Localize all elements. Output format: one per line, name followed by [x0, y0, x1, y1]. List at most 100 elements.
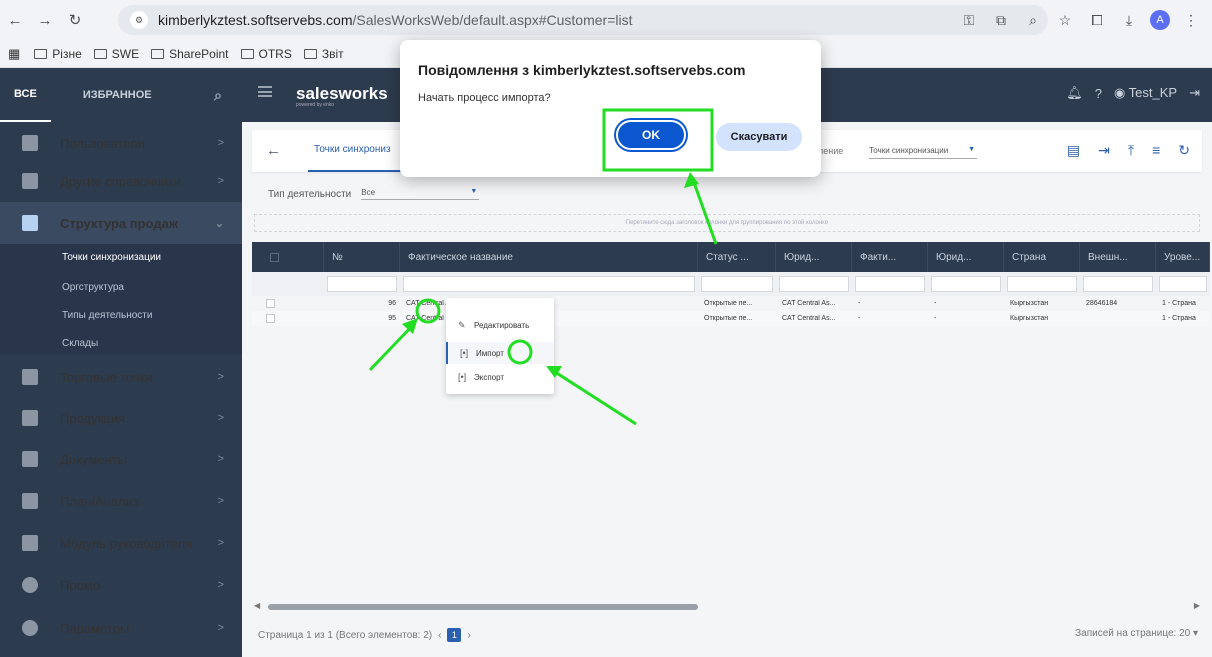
- sidebar-item-settings[interactable]: Параметры >: [0, 607, 242, 649]
- user-menu[interactable]: ◉ Test_KP: [1114, 85, 1177, 101]
- view-label: ление: [818, 146, 844, 156]
- filter-legal-input[interactable]: [779, 276, 849, 292]
- refresh-icon[interactable]: ↻: [1178, 142, 1190, 159]
- column-header-number[interactable]: №: [324, 242, 400, 272]
- activity-type-select[interactable]: Все ▼: [361, 188, 480, 200]
- ok-button[interactable]: OK: [616, 120, 686, 150]
- filter-level-input[interactable]: [1159, 276, 1207, 292]
- help-icon[interactable]: ?: [1095, 86, 1102, 101]
- group-drop-zone[interactable]: Перетяните сюда заголовок колонки для гр…: [254, 214, 1200, 232]
- scroll-right-icon[interactable]: ▶: [1194, 601, 1200, 610]
- browser-menu-icon[interactable]: ⋮: [1180, 9, 1202, 31]
- search-icon[interactable]: ⌕: [214, 87, 222, 104]
- filter-label: Тип деятельности: [268, 188, 352, 200]
- sidebar-subitem-warehouses[interactable]: Склады: [62, 338, 98, 349]
- page-number-button[interactable]: 1: [447, 628, 462, 642]
- logout-icon[interactable]: ⇥: [1189, 85, 1200, 101]
- sidebar-item-references[interactable]: Другие справочники >: [0, 160, 242, 202]
- password-key-icon[interactable]: ⚿: [958, 9, 980, 31]
- bookmark-folder[interactable]: SharePoint: [151, 47, 229, 61]
- columns-icon[interactable]: ⇥: [1098, 142, 1110, 159]
- hierarchy-icon: [22, 215, 38, 231]
- folder-icon: [151, 48, 165, 59]
- row-checkbox[interactable]: [266, 299, 275, 308]
- reload-icon[interactable]: ↻: [64, 9, 86, 31]
- notification-bell-icon[interactable]: 🔔︎: [1066, 85, 1083, 101]
- column-header-external[interactable]: Внешн...: [1080, 242, 1156, 272]
- sidebar-item-documents[interactable]: Документы >: [0, 438, 242, 480]
- users-icon: [22, 135, 38, 151]
- profile-avatar[interactable]: A: [1150, 10, 1170, 30]
- dialog-title: Повідомлення з kimberlykztest.softserveb…: [418, 62, 746, 78]
- store-icon: [22, 369, 38, 385]
- column-header-legal2[interactable]: Юрид...: [928, 242, 1004, 272]
- table-row[interactable]: 96 CAT Central Asia Открытые пе... CAT C…: [252, 296, 1210, 311]
- filter-name-input[interactable]: [403, 276, 695, 292]
- sidebar-subitem-org-structure[interactable]: Оргструктура: [62, 282, 124, 293]
- download-icon[interactable]: ⤓: [1118, 9, 1140, 31]
- url-host: kimberlykztest.softservebs.com: [158, 12, 353, 28]
- sidebar-item-sales-structure[interactable]: Структура продаж ⌄: [0, 202, 242, 244]
- sidebar-item-products[interactable]: Продукция >: [0, 397, 242, 439]
- table-row[interactable]: 95 CAT Central Открытые пе... CAT Centra…: [252, 311, 1210, 326]
- filter-external-input[interactable]: [1083, 276, 1153, 292]
- column-header-name[interactable]: Фактическое название: [400, 242, 698, 272]
- import-icon: [•]: [460, 348, 469, 358]
- bookmark-folder[interactable]: OTRS: [240, 47, 292, 61]
- cancel-button[interactable]: Скасувати: [716, 123, 802, 151]
- sidebar-subitem-activity-types[interactable]: Типы деятельности: [62, 310, 152, 321]
- back-arrow-icon[interactable]: ←: [4, 9, 26, 31]
- tab-favorites[interactable]: ИЗБРАННОЕ: [69, 68, 166, 122]
- tab-all[interactable]: ВСЕ: [0, 68, 51, 122]
- extensions-icon[interactable]: ⧠: [1086, 9, 1108, 31]
- filter-country-input[interactable]: [1007, 276, 1077, 292]
- sidebar-item-users[interactable]: Пользователи >: [0, 122, 242, 164]
- prev-page-icon[interactable]: ‹: [438, 630, 441, 641]
- export-excel-icon[interactable]: ▤: [1067, 142, 1080, 159]
- column-header-country[interactable]: Страна: [1004, 242, 1080, 272]
- next-page-icon[interactable]: ›: [467, 630, 470, 641]
- bookmark-folder[interactable]: Різне: [34, 47, 82, 61]
- filter-list-icon[interactable]: ≡: [1152, 142, 1160, 159]
- scrollbar-thumb[interactable]: [268, 604, 698, 610]
- column-header-level[interactable]: Урове...: [1156, 242, 1210, 272]
- select-all-header[interactable]: [252, 242, 324, 272]
- page-size-select[interactable]: Записей на странице: 20 ▾: [1075, 628, 1198, 639]
- address-bar[interactable]: ⚙ kimberlykztest.softservebs.com /SalesW…: [118, 5, 1048, 35]
- column-header-status[interactable]: Статус ...: [698, 242, 776, 272]
- back-arrow-icon[interactable]: ←: [266, 142, 281, 159]
- column-header-fact[interactable]: Факти...: [852, 242, 928, 272]
- column-header-legal[interactable]: Юрид...: [776, 242, 852, 272]
- products-icon: [22, 410, 38, 426]
- sidebar-item-promo[interactable]: Промо >: [0, 564, 242, 606]
- bookmark-star-icon[interactable]: ☆: [1054, 9, 1076, 31]
- menu-item-edit[interactable]: ✎ Редактировать: [446, 314, 554, 336]
- menu-item-import[interactable]: [•] Импорт: [446, 342, 554, 364]
- translate-icon[interactable]: ⧉: [990, 9, 1012, 31]
- filter-number-input[interactable]: [327, 276, 397, 292]
- row-checkbox[interactable]: [266, 314, 275, 323]
- view-select[interactable]: Точки синхронизации ▼: [869, 143, 977, 159]
- filter-status-input[interactable]: [701, 276, 773, 292]
- scroll-left-icon[interactable]: ◀: [254, 601, 260, 610]
- upload-icon[interactable]: ⤒: [1128, 142, 1134, 159]
- grid-header: № Фактическое название Статус ... Юрид..…: [252, 242, 1210, 272]
- hamburger-menu-icon[interactable]: [258, 86, 272, 97]
- site-info-icon[interactable]: ⚙: [130, 11, 148, 29]
- sidebar-item-outlets[interactable]: Торговые точки >: [0, 356, 242, 398]
- bookmark-folder[interactable]: Звіт: [303, 47, 344, 61]
- sidebar-item-plan[interactable]: План/Анализ >: [0, 480, 242, 522]
- pager-summary: Страница 1 из 1 (Всего элементов: 2): [258, 629, 433, 641]
- filter-fact-input[interactable]: [855, 276, 925, 292]
- tab-sync-points[interactable]: Точки синхрониз: [314, 144, 391, 155]
- menu-item-export[interactable]: [•] Экспорт: [446, 366, 554, 388]
- sidebar-subitem-sync-points[interactable]: Точки синхронизации: [62, 252, 161, 263]
- bookmark-folder[interactable]: SWE: [93, 47, 139, 61]
- zoom-icon[interactable]: ⌕: [1022, 9, 1044, 31]
- horizontal-scrollbar[interactable]: ◀ ▶: [254, 601, 1200, 611]
- sidebar-item-manager[interactable]: Модуль руководителя >: [0, 522, 242, 564]
- forward-arrow-icon[interactable]: →: [34, 9, 56, 31]
- filter-legal2-input[interactable]: [931, 276, 1001, 292]
- manager-icon: [22, 535, 38, 551]
- apps-grid-icon[interactable]: ▦: [8, 46, 20, 62]
